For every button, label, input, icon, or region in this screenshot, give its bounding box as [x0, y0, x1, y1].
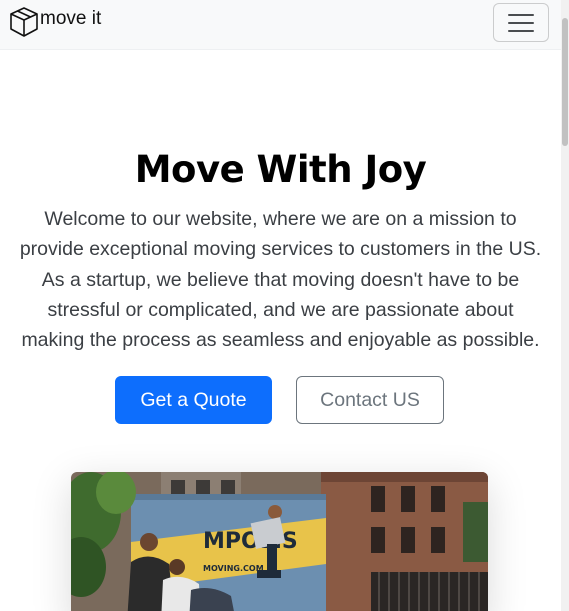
brand-name: move it — [40, 8, 102, 29]
page-scrollbar[interactable] — [561, 0, 569, 611]
moving-photo: MPOLIS MOVING.COM — [71, 472, 488, 611]
hero-image: MPOLIS MOVING.COM — [71, 472, 488, 611]
brand-link[interactable]: move it — [8, 6, 101, 38]
hero-lead-text: Welcome to our website, where we are on … — [19, 208, 542, 352]
hamburger-icon — [508, 13, 534, 32]
hero-title: Move With Joy — [134, 148, 427, 191]
scrollbar-thumb[interactable] — [562, 18, 568, 146]
truck-url-text: MOVING.COM — [203, 564, 264, 573]
get-quote-button[interactable]: Get a Quote — [115, 376, 272, 424]
navbar: move it — [0, 0, 561, 50]
contact-us-button[interactable]: Contact US — [296, 376, 444, 424]
navbar-toggler-button[interactable] — [493, 3, 549, 42]
box-icon — [10, 7, 38, 37]
